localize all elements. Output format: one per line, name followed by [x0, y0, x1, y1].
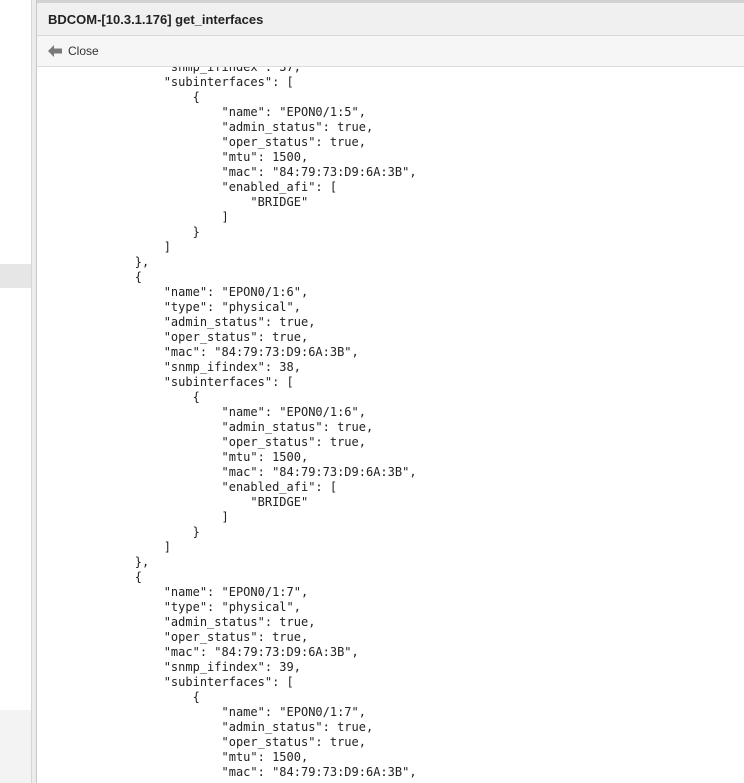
close-button-label: Close	[68, 44, 99, 58]
close-button[interactable]: Close	[47, 44, 99, 58]
window-titlebar[interactable]: BDCOM-[10.3.1.176] get_interfaces	[37, 0, 744, 36]
json-output-text: "snmp_ifindex": 37, "subinterfaces": [ {…	[134, 67, 417, 779]
json-output-panel[interactable]: "snmp_ifindex": 37, "subinterfaces": [ {…	[37, 67, 744, 783]
window-title: BDCOM-[10.3.1.176] get_interfaces	[48, 11, 264, 27]
interfaces-window: BDCOM-[10.3.1.176] get_interfaces Close …	[36, 0, 744, 783]
background-selected-row	[0, 264, 31, 288]
background-footer	[0, 710, 31, 783]
window-toolbar: Close	[37, 36, 744, 67]
background-panel	[0, 0, 31, 783]
arrow-left-icon	[48, 45, 62, 57]
